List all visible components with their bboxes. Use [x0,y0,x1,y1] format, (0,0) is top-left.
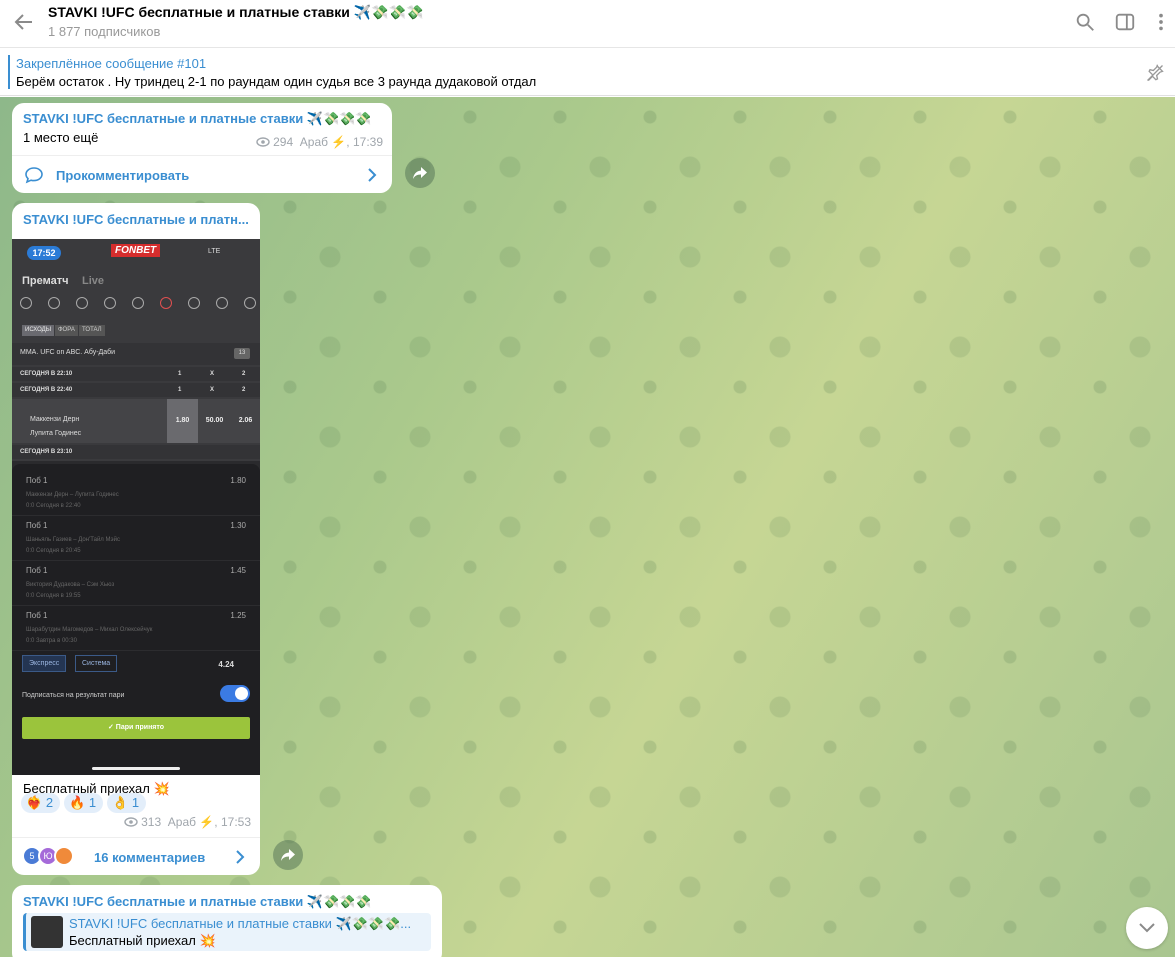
back-arrow-icon[interactable] [12,10,36,34]
reaction-ok-hand[interactable]: 👌 1 [107,793,147,813]
chat-header: STAVKI !UFC бесплатные и платные ставки … [0,0,1175,48]
message-sender[interactable]: STAVKI !UFC бесплатные и платные ставки … [23,111,372,127]
chip-outcomes: ИСХОДЫ [22,325,55,336]
subscriber-count: 1 877 подписчиков [48,24,161,39]
express-button: Экспресс [22,655,67,672]
reply-text: Бесплатный приехал 💥 [69,933,216,948]
message-sender[interactable]: STAVKI !UFC бесплатные и платн... [23,212,249,227]
views-icon [124,817,138,827]
accept-button: ✓ Пари принято [22,717,250,739]
author-time: Араб ⚡️, 17:53 [167,815,251,829]
match-row: Маккензи Дерн Лупита Годинес 1.80 50.00 … [12,399,260,443]
author-time: Араб ⚡️, 17:39 [299,135,383,149]
message-meta: 294 Араб ⚡️, 17:39 [256,135,383,149]
chat-background: STAVKI !UFC бесплатные и платные ставки … [0,97,1175,957]
comments-button[interactable]: 5 Ю 16 комментариев [12,837,260,875]
sport-icon [20,297,32,309]
pinned-label: Закреплённое сообщение #101 [16,56,207,71]
reaction-heart-fire[interactable]: ❤️‍🔥 2 [21,793,61,813]
scroll-down-button[interactable] [1126,907,1168,949]
tab-prematch: Прематч [22,275,69,287]
message-sender[interactable]: STAVKI !UFC бесплатные и платные ставки … [23,894,372,910]
pinned-text: Берём остаток . Ну триндец 2-1 по раунда… [16,74,537,89]
home-indicator [92,767,180,770]
time-row: СЕГОДНЯ В 22:10 1 X 2 [12,367,260,381]
message-bubble[interactable]: STAVKI !UFC бесплатные и платн... 17:52 … [12,203,260,875]
odd-x: 50.00 [205,417,224,424]
mma-icon [160,297,172,309]
pinned-message-bar[interactable]: Закреплённое сообщение #101 Берём остато… [0,49,1175,96]
odd-1: 1.80 [167,399,198,443]
bet-item: Поб 1 1.30 Шаньяль Газиев – Дон'Тайл Мэйс… [12,517,260,561]
chip-total: ТОТАЛ [79,325,105,336]
message-bubble[interactable]: STAVKI !UFC бесплатные и платные ставки … [12,885,442,957]
avatar [54,846,74,866]
bet-item: Поб 1 1.80 Маккензи Дерн – Лупита Годинес… [12,472,260,516]
subscribe-toggle [220,685,250,702]
fonbet-logo: FONBET [111,244,161,257]
message-text: 1 место ещё [23,130,99,145]
league-row: MMA. UFC on ABC. Абу-Даби 13 [12,343,260,365]
view-count: 294 [273,135,294,149]
forward-button[interactable] [405,158,435,188]
tab-live: Live [82,275,105,287]
sport-icon [48,297,60,309]
comment-icon [25,167,43,184]
chevron-right-icon [236,850,245,864]
message-bubble[interactable]: STAVKI !UFC бесплатные и платные ставки … [12,103,392,193]
reply-preview[interactable]: STAVKI !UFC бесплатные и платные ставки … [23,913,431,951]
sport-icon [244,297,256,309]
chip-handicap: ФОРА [55,325,78,336]
pinned-indicator [8,55,10,89]
network-indicator: LTE [208,248,221,255]
message-meta: 313 Араб ⚡️, 17:53 [124,815,251,829]
comments-count-label: 16 комментариев [94,850,206,865]
time-row: СЕГОДНЯ В 23:10 [12,445,260,459]
status-time: 17:52 [27,246,61,260]
time-row: СЕГОДНЯ В 22:40 1 X 2 [12,383,260,397]
reply-thumbnail [31,916,63,948]
sport-icons-row [20,297,256,311]
view-count: 313 [141,815,162,829]
bet-slip-sheet: Поб 1 1.80 Маккензи Дерн – Лупита Годинес… [12,464,260,775]
share-icon [281,849,295,861]
reply-sender: STAVKI !UFC бесплатные и платные ставки … [69,916,412,931]
subscribe-text: Подписаться на результат пари [22,692,125,699]
chevron-right-icon [368,168,377,182]
comment-label: Прокомментировать [56,168,190,183]
channel-title[interactable]: STAVKI !UFC бесплатные и платные ставки … [48,4,423,21]
search-icon[interactable] [1074,11,1096,33]
comment-button[interactable]: Прокомментировать [12,155,392,193]
player-1: Маккензи Дерн [30,416,80,423]
reaction-fire[interactable]: 🔥 1 [64,793,104,813]
share-icon [413,167,427,179]
sport-icon [132,297,144,309]
system-button: Система [75,655,118,672]
player-2: Лупита Годинес [30,430,82,437]
screenshot-image[interactable]: 17:52 FONBET LTE Прематч Live ИСХОДЫ ФОР… [12,239,260,775]
bet-item: Поб 1 1.45 Виктория Дудакова – Сэм Хьюз 0:… [12,562,260,606]
total-odds: 4.24 [218,660,234,669]
odd-2: 2.06 [238,417,253,424]
bet-item: Поб 1 1.25 Шарабутдин Магомедов – Михал О… [12,607,260,651]
league-count: 13 [234,348,250,359]
more-vertical-icon[interactable] [1150,11,1172,33]
chevron-down-icon [1139,923,1155,933]
unpin-icon[interactable] [1145,63,1165,83]
sport-icon [216,297,228,309]
views-icon [256,137,270,147]
sport-icon [188,297,200,309]
screenshot-app-top: 17:52 FONBET LTE Прематч Live ИСХОДЫ ФОР… [12,239,260,461]
sport-icon [104,297,116,309]
forward-button[interactable] [273,840,303,870]
sidebar-toggle-icon[interactable] [1114,11,1136,33]
sport-icon [76,297,88,309]
league-name: MMA. UFC on ABC. Абу-Даби [20,349,116,356]
